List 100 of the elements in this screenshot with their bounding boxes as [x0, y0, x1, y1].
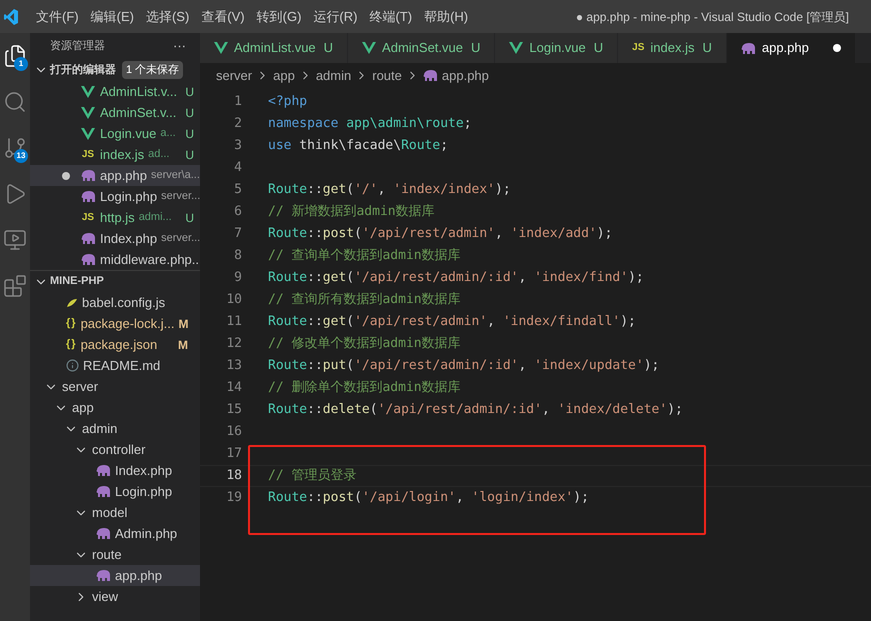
line-number: 2 [233, 115, 242, 134]
open-editor-item[interactable]: AdminSet.v... U [30, 102, 200, 123]
js-icon: JS [632, 43, 644, 53]
tree-item[interactable]: model [30, 502, 200, 523]
extensions-icon[interactable] [3, 274, 27, 298]
open-editor-item[interactable]: Login.php server... [30, 186, 200, 207]
vue-logo-icon [214, 42, 228, 54]
elephant-icon [80, 254, 96, 265]
breadcrumb-item[interactable]: admin [316, 66, 352, 86]
vue-logo-icon [362, 42, 376, 54]
file-name: http.js [100, 208, 135, 227]
file-name: middleware.php... [100, 250, 200, 269]
tree-item[interactable]: route [30, 544, 200, 565]
unsaved-badge: 1 个未保存 [122, 60, 184, 80]
more-actions[interactable]: ··· [173, 36, 186, 56]
editor-tab[interactable]: app.php [726, 33, 856, 63]
info-icon [66, 359, 79, 372]
editor-tab[interactable]: Login.vue U [495, 33, 618, 63]
activity-button[interactable]: 1 [0, 33, 30, 79]
elephant-icon [80, 191, 96, 202]
elephant-icon [80, 233, 96, 244]
open-editor-item[interactable]: AdminList.v... U [30, 81, 200, 102]
elephant-icon [422, 70, 438, 81]
open-editor-item[interactable]: app.php server\a... [30, 165, 200, 186]
section-header[interactable]: MINE-PHP [30, 270, 200, 292]
menu-item[interactable]: 运行(R) [307, 6, 364, 26]
line-number: 12 [225, 335, 242, 354]
file-name: index.js [100, 146, 144, 164]
open-editor-item[interactable]: Login.vue a... U [30, 123, 200, 144]
leaf-icon [66, 298, 78, 306]
file-name: app [72, 398, 94, 417]
menu-item[interactable]: 终端(T) [363, 6, 418, 26]
tab-label: AdminList.vue [234, 39, 316, 58]
tree-item[interactable]: app [30, 397, 200, 418]
tab-label: index.js [650, 39, 694, 58]
tree-item[interactable]: app.php [30, 565, 200, 586]
line-number: 14 [225, 379, 242, 398]
menu-item[interactable]: 文件(F) [30, 6, 85, 26]
count-badge: 13 [14, 149, 28, 163]
git-status: M [178, 316, 188, 332]
tree-item[interactable]: {} package.json M [30, 334, 200, 355]
line-number: 10 [225, 291, 242, 310]
elephant-icon [80, 170, 96, 181]
tree-item[interactable]: Index.php [30, 460, 200, 481]
menu-item[interactable]: 编辑(E) [84, 6, 140, 26]
code-line: <?php [268, 93, 308, 112]
code-line: // 删除单个数据到admin数据库 [268, 379, 461, 398]
breadcrumb-item[interactable]: app.php [442, 66, 489, 86]
editor-tab[interactable]: AdminList.vue U [200, 33, 348, 63]
menu-item[interactable]: 选择(S) [140, 6, 196, 26]
file-name: Login.vue [100, 124, 156, 143]
file-name: AdminSet.v... [100, 104, 176, 122]
code-line: Route::post('/api/rest/admin', 'index/add'); [268, 225, 612, 244]
activity-button[interactable]: 13 [0, 125, 30, 171]
git-status: U [185, 104, 194, 122]
git-status: U [594, 39, 604, 58]
editor-tab[interactable]: AdminSet.vue U [348, 33, 496, 63]
line-number: 8 [233, 247, 242, 266]
js-icon: JS [82, 150, 94, 160]
tree-item[interactable]: controller [30, 439, 200, 460]
tree-item[interactable]: babel.config.js [30, 292, 200, 313]
git-status: U [324, 39, 334, 58]
line-number: 1 [233, 93, 242, 112]
breadcrumb-item[interactable]: app [273, 66, 295, 86]
file-name: view [92, 588, 118, 606]
tree-item[interactable]: view [30, 586, 200, 607]
vue-logo-icon [81, 86, 95, 98]
js-icon: JS [82, 212, 94, 222]
files-icon[interactable] [3, 44, 27, 68]
menu-item[interactable]: 帮助(H) [418, 6, 474, 26]
monitor-icon[interactable] [3, 228, 27, 252]
tree-item[interactable]: admin [30, 418, 200, 439]
tree-item[interactable]: Admin.php [30, 523, 200, 544]
search-icon[interactable] [3, 90, 27, 114]
git-status: M [178, 336, 188, 354]
file-path: server\a... [151, 168, 200, 184]
breadcrumb-item[interactable]: route [372, 66, 402, 86]
open-editor-item[interactable]: Index.php server... [30, 228, 200, 249]
breadcrumb-item[interactable]: server [216, 66, 252, 86]
vue-logo-icon [509, 42, 524, 54]
tree-item[interactable]: README.md [30, 355, 200, 376]
git-status: U [702, 39, 712, 58]
code-logo-icon [4, 8, 18, 24]
tree-item[interactable]: server [30, 376, 200, 397]
branch-icon[interactable] [3, 136, 27, 160]
menu-item[interactable]: 查看(V) [195, 6, 251, 26]
tree-item[interactable]: {} package-lock.j... M [30, 313, 200, 334]
open-editor-item[interactable]: JS index.js ad... U [30, 144, 200, 165]
editor-tab[interactable]: JS index.js U [618, 33, 727, 63]
section-title: MINE-PHP [50, 274, 104, 290]
open-editor-item[interactable]: JS http.js admi... U [30, 207, 200, 228]
open-editor-item[interactable]: middleware.php... [30, 249, 200, 270]
code-line: Route::delete('/api/rest/admin/:id', 'index/delete'); [268, 401, 683, 420]
menu-item[interactable]: 转到(G) [250, 6, 308, 26]
section-title: 打开的编辑器 [50, 62, 116, 78]
tree-item[interactable]: Login.php [30, 481, 200, 502]
file-name: server [62, 378, 98, 396]
vue-logo-icon [81, 128, 95, 140]
section-header[interactable]: 打开的编辑器 1 个未保存 [30, 59, 200, 81]
line-number: 13 [225, 357, 242, 376]
